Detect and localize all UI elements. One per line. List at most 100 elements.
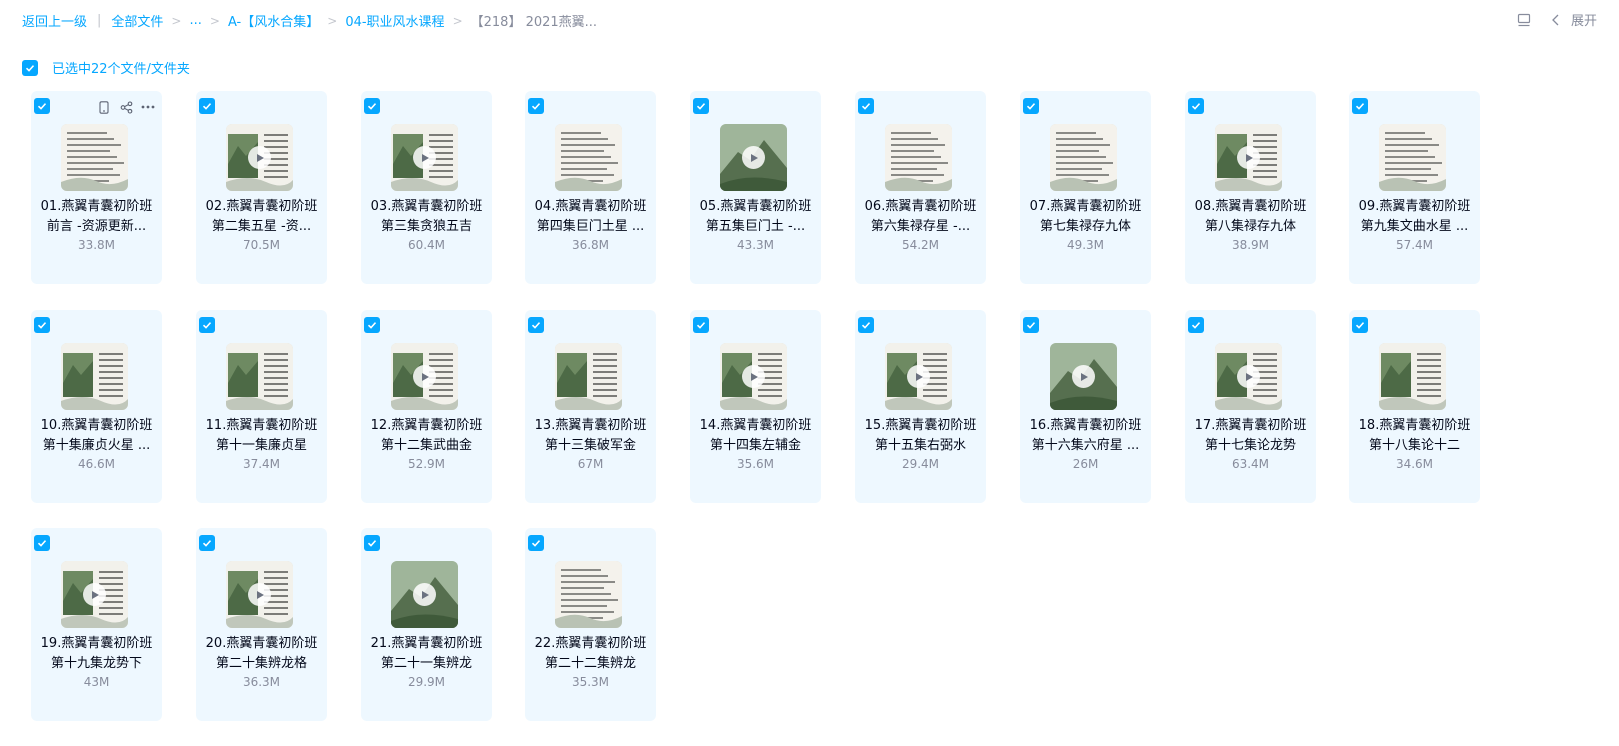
file-name[interactable]: 01.燕翼青囊初阶班 前言 -资源更新... <box>35 197 158 237</box>
file-card[interactable]: 18.燕翼青囊初阶班 第十八集论十二 34.6M <box>1349 310 1480 503</box>
file-name[interactable]: 10.燕翼青囊初阶班 第十集廉贞火星 ... <box>35 416 158 456</box>
file-card[interactable]: 22.燕翼青囊初阶班 第二十二集辨龙 35.3M <box>525 528 656 721</box>
file-checkbox[interactable] <box>1023 98 1039 114</box>
file-checkbox[interactable] <box>199 535 215 551</box>
file-checkbox[interactable] <box>1023 317 1039 333</box>
file-name[interactable]: 19.燕翼青囊初阶班 第十九集龙势下 <box>35 634 158 674</box>
file-card[interactable]: 07.燕翼青囊初阶班 第七集禄存九体 49.3M <box>1020 91 1151 284</box>
file-name[interactable]: 13.燕翼青囊初阶班 第十三集破军金 <box>529 416 652 456</box>
file-checkbox[interactable] <box>34 317 50 333</box>
file-checkbox[interactable] <box>693 98 709 114</box>
file-checkbox[interactable] <box>364 317 380 333</box>
file-name[interactable]: 15.燕翼青囊初阶班 第十五集右弼水 <box>859 416 982 456</box>
file-name[interactable]: 04.燕翼青囊初阶班 第四集巨门土星 ... <box>529 197 652 237</box>
file-card[interactable]: 06.燕翼青囊初阶班 第六集禄存星 -... 54.2M <box>855 91 986 284</box>
file-name[interactable]: 22.燕翼青囊初阶班 第二十二集辨龙 <box>529 634 652 674</box>
mobile-icon[interactable] <box>96 99 112 115</box>
play-icon <box>1072 365 1095 388</box>
file-checkbox[interactable] <box>1352 317 1368 333</box>
file-card[interactable]: 01.燕翼青囊初阶班 前言 -资源更新... 33.8M <box>31 91 162 284</box>
file-checkbox[interactable] <box>528 98 544 114</box>
chevron-left-icon[interactable] <box>1547 11 1565 29</box>
file-name[interactable]: 06.燕翼青囊初阶班 第六集禄存星 -... <box>859 197 982 237</box>
file-name-line2: 第三集贪狼五吉 <box>380 219 472 234</box>
file-checkbox[interactable] <box>199 317 215 333</box>
file-name-line1: 06.燕翼青囊初阶班 <box>864 199 977 214</box>
breadcrumb-ellipsis[interactable]: ... <box>189 13 201 28</box>
breadcrumb-folder-fengshui[interactable]: A-【风水合集】 <box>228 11 319 30</box>
play-icon <box>1237 365 1260 388</box>
file-card[interactable]: 03.燕翼青囊初阶班 第三集贪狼五吉 60.4M <box>361 91 492 284</box>
file-card[interactable]: 14.燕翼青囊初阶班 第十四集左辅金 35.6M <box>690 310 821 503</box>
file-checkbox[interactable] <box>364 535 380 551</box>
file-checkbox[interactable] <box>528 317 544 333</box>
file-card[interactable]: 20.燕翼青囊初阶班 第二十集辨龙格 36.3M <box>196 528 327 721</box>
file-card[interactable]: 02.燕翼青囊初阶班 第二集五星 -资... 70.5M <box>196 91 327 284</box>
select-all-checkbox[interactable] <box>22 59 38 76</box>
file-card[interactable]: 13.燕翼青囊初阶班 第十三集破军金 67M <box>525 310 656 503</box>
file-card[interactable]: 17.燕翼青囊初阶班 第十七集论龙势 63.4M <box>1185 310 1316 503</box>
file-checkbox[interactable] <box>528 535 544 551</box>
file-size: 57.4M <box>1395 238 1434 252</box>
check-icon <box>531 322 541 329</box>
more-icon[interactable] <box>140 99 156 115</box>
file-name-line1: 22.燕翼青囊初阶班 <box>534 636 647 651</box>
file-name[interactable]: 18.燕翼青囊初阶班 第十八集论十二 <box>1353 416 1476 456</box>
file-checkbox[interactable] <box>693 317 709 333</box>
file-name-line2: 第二十一集辨龙 <box>380 656 472 671</box>
file-checkbox[interactable] <box>34 535 50 551</box>
file-name[interactable]: 08.燕翼青囊初阶班 第八集禄存九体 <box>1189 197 1312 237</box>
file-checkbox[interactable] <box>858 317 874 333</box>
file-name[interactable]: 17.燕翼青囊初阶班 第十七集论龙势 <box>1189 416 1312 456</box>
file-name-line2: 第十九集龙势下 <box>50 656 142 671</box>
file-card[interactable]: 21.燕翼青囊初阶班 第二十一集辨龙 29.9M <box>361 528 492 721</box>
file-name[interactable]: 07.燕翼青囊初阶班 第七集禄存九体 <box>1024 197 1147 237</box>
file-card[interactable]: 09.燕翼青囊初阶班 第九集文曲水星 ... 57.4M <box>1349 91 1480 284</box>
file-card[interactable]: 05.燕翼青囊初阶班 第五集巨门土 -... 43.3M <box>690 91 821 284</box>
play-icon <box>742 146 765 169</box>
file-thumbnail <box>226 561 293 628</box>
file-name[interactable]: 02.燕翼青囊初阶班 第二集五星 -资... <box>200 197 323 237</box>
check-icon <box>1026 103 1036 110</box>
file-thumbnail <box>1379 124 1446 191</box>
file-thumbnail <box>555 343 622 410</box>
breadcrumb-all-files[interactable]: 全部文件 <box>111 11 163 30</box>
file-card[interactable]: 04.燕翼青囊初阶班 第四集巨门土星 ... 36.8M <box>525 91 656 284</box>
file-checkbox[interactable] <box>858 98 874 114</box>
file-card[interactable]: 10.燕翼青囊初阶班 第十集廉贞火星 ... 46.6M <box>31 310 162 503</box>
file-card[interactable]: 19.燕翼青囊初阶班 第十九集龙势下 43M <box>31 528 162 721</box>
expand-button[interactable]: 展开 <box>1571 10 1597 29</box>
breadcrumb-folder-course[interactable]: 04-职业风水课程 <box>345 11 444 30</box>
file-name[interactable]: 09.燕翼青囊初阶班 第九集文曲水星 ... <box>1353 197 1476 237</box>
file-checkbox[interactable] <box>1188 317 1204 333</box>
chevron-right-icon: > <box>209 13 220 28</box>
file-checkbox[interactable] <box>199 98 215 114</box>
file-card[interactable]: 15.燕翼青囊初阶班 第十五集右弼水 29.4M <box>855 310 986 503</box>
file-checkbox[interactable] <box>1352 98 1368 114</box>
check-icon <box>367 540 377 547</box>
file-card[interactable]: 11.燕翼青囊初阶班 第十一集廉贞星 37.4M <box>196 310 327 503</box>
file-checkbox[interactable] <box>364 98 380 114</box>
file-name[interactable]: 16.燕翼青囊初阶班 第十六集六府星 ... <box>1024 416 1147 456</box>
file-name[interactable]: 05.燕翼青囊初阶班 第五集巨门土 -... <box>694 197 817 237</box>
file-name[interactable]: 12.燕翼青囊初阶班 第十二集武曲金 <box>365 416 488 456</box>
file-name[interactable]: 14.燕翼青囊初阶班 第十四集左辅金 <box>694 416 817 456</box>
check-icon <box>1026 322 1036 329</box>
back-link[interactable]: 返回上一级 <box>22 11 87 30</box>
file-card[interactable]: 08.燕翼青囊初阶班 第八集禄存九体 38.9M <box>1185 91 1316 284</box>
file-size: 35.6M <box>736 457 775 471</box>
file-card[interactable]: 12.燕翼青囊初阶班 第十二集武曲金 52.9M <box>361 310 492 503</box>
share-icon[interactable] <box>118 99 134 115</box>
file-name[interactable]: 21.燕翼青囊初阶班 第二十一集辨龙 <box>365 634 488 674</box>
file-checkbox[interactable] <box>1188 98 1204 114</box>
file-name[interactable]: 03.燕翼青囊初阶班 第三集贪狼五吉 <box>365 197 488 237</box>
file-thumbnail <box>555 124 622 191</box>
file-name[interactable]: 20.燕翼青囊初阶班 第二十集辨龙格 <box>200 634 323 674</box>
file-name[interactable]: 11.燕翼青囊初阶班 第十一集廉贞星 <box>200 416 323 456</box>
file-name-line1: 11.燕翼青囊初阶班 <box>205 418 318 433</box>
file-card[interactable]: 16.燕翼青囊初阶班 第十六集六府星 ... 26M <box>1020 310 1151 503</box>
layout-toggle-icon[interactable] <box>1515 11 1533 29</box>
file-thumbnail <box>885 343 952 410</box>
file-checkbox[interactable] <box>34 98 50 114</box>
file-name-line1: 21.燕翼青囊初阶班 <box>370 636 483 651</box>
